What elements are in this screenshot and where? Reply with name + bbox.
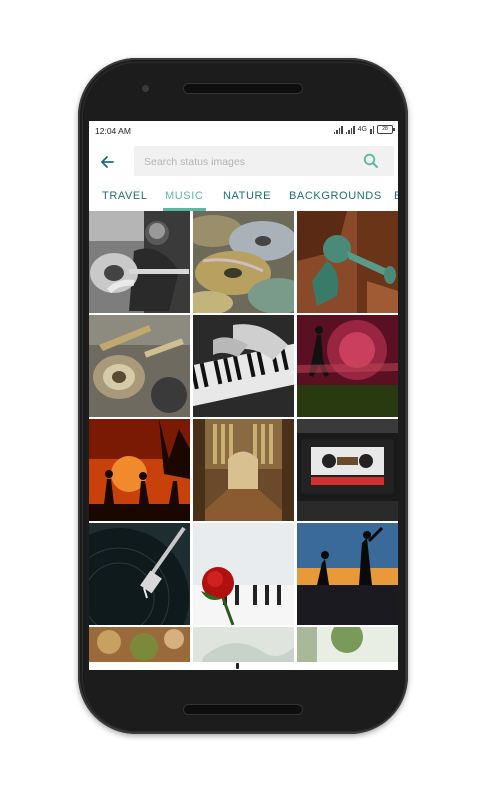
partial-image-3 [297, 627, 398, 662]
status-time: 12:04 AM [95, 126, 131, 136]
tab-nature[interactable]: NATURE [223, 190, 271, 202]
scroll-indicator [236, 663, 239, 669]
image-tile-guitar[interactable] [89, 211, 190, 313]
back-button[interactable] [95, 150, 119, 174]
piano-keys-image [193, 315, 294, 417]
image-tile-sunset-dance[interactable] [89, 419, 190, 521]
category-tabs: TRAVEL MUSIC NATURE BACKGROUNDS B [89, 185, 398, 211]
search-box [134, 146, 394, 176]
image-tile-rose[interactable] [193, 523, 294, 625]
app-screen: 12:04 AM 4G 28 TRAVEL MUSIC NATURE BACKG… [89, 121, 398, 670]
image-tile-partial-3[interactable] [297, 627, 398, 662]
battery-icon: 28 [377, 125, 395, 134]
arrow-left-icon [101, 156, 114, 168]
tab-backgrounds[interactable]: BACKGROUNDS [289, 190, 382, 202]
partial-image-2 [193, 627, 294, 662]
volte-icon [370, 125, 374, 134]
cassette-tape-image [297, 419, 398, 521]
image-grid [89, 211, 398, 662]
partial-image-1 [89, 627, 190, 662]
image-tile-statue[interactable] [297, 211, 398, 313]
signal-icon [333, 125, 343, 134]
tab-travel[interactable]: TRAVEL [102, 190, 148, 202]
church-organ-image [193, 419, 294, 521]
image-tile-turntable[interactable] [89, 523, 190, 625]
image-tile-piano[interactable] [193, 315, 294, 417]
image-tile-cds[interactable] [193, 211, 294, 313]
turntable-needle-image [89, 523, 190, 625]
bottom-speaker [184, 705, 302, 714]
sunset-dancers-image [89, 419, 190, 521]
search-input[interactable] [142, 151, 346, 173]
magnifier-icon[interactable] [362, 152, 380, 170]
image-tile-partial-2[interactable] [193, 627, 294, 662]
network-type: 4G [357, 126, 367, 133]
tab-music[interactable]: MUSIC [165, 190, 203, 202]
beach-sunset-image [297, 523, 398, 625]
image-tile-partial-1[interactable] [89, 627, 190, 662]
top-speaker [184, 84, 302, 93]
status-bar: 12:04 AM 4G 28 [89, 121, 398, 141]
dancer-lights-image [297, 315, 398, 417]
guitar-player-image [89, 211, 190, 313]
image-tile-organ[interactable] [193, 419, 294, 521]
image-tile-cassette[interactable] [297, 419, 398, 521]
search-bar [89, 144, 398, 178]
image-tile-dancer[interactable] [297, 315, 398, 417]
tab-partial[interactable]: B [394, 190, 398, 202]
compact-discs-image [193, 211, 294, 313]
statue-horn-image [297, 211, 398, 313]
image-tile-brass[interactable] [89, 315, 190, 417]
status-icons: 4G 28 [333, 125, 395, 134]
image-tile-beach-sunset[interactable] [297, 523, 398, 625]
signal-icon-2 [345, 125, 355, 134]
rose-piano-image [193, 523, 294, 625]
front-camera [142, 85, 149, 92]
brass-band-image [89, 315, 190, 417]
